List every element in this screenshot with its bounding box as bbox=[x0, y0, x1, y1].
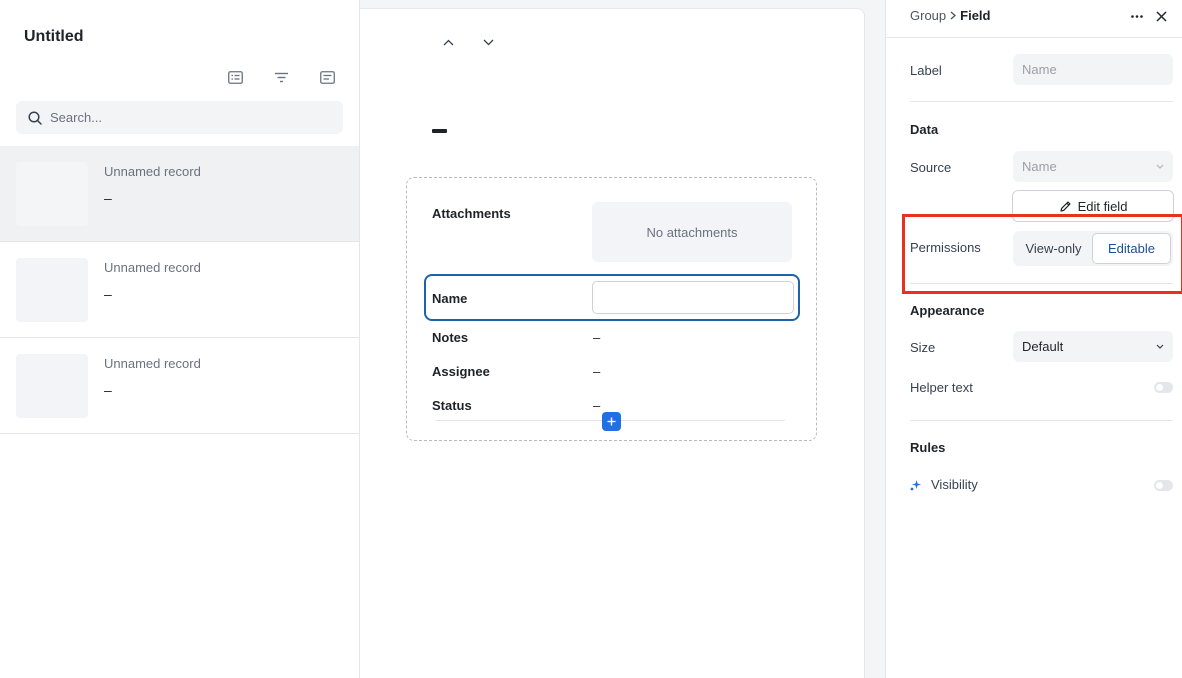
record-name: Unnamed record bbox=[104, 260, 201, 275]
permission-view-only[interactable]: View-only bbox=[1015, 233, 1092, 264]
size-select[interactable]: Default bbox=[1013, 331, 1173, 362]
details-view-icon[interactable] bbox=[318, 68, 336, 86]
source-label: Source bbox=[910, 160, 952, 175]
edit-field-button[interactable]: Edit field bbox=[1012, 190, 1174, 222]
record-name: Unnamed record bbox=[104, 164, 201, 179]
breadcrumb: Group Field bbox=[910, 8, 990, 23]
record-detail-canvas: Attachments No attachments Name Notes – … bbox=[360, 8, 865, 678]
record-title-placeholder bbox=[432, 129, 447, 133]
record-thumbnail bbox=[16, 354, 88, 418]
size-value: Default bbox=[1022, 339, 1064, 354]
chevron-right-icon bbox=[950, 11, 957, 20]
record-value: – bbox=[104, 382, 112, 398]
visibility-toggle[interactable] bbox=[1154, 480, 1173, 491]
attachments-dropzone[interactable]: No attachments bbox=[592, 202, 792, 262]
section-divider bbox=[910, 101, 1173, 102]
size-label: Size bbox=[910, 340, 936, 355]
chevron-down-icon bbox=[1156, 164, 1164, 169]
attachments-label: Attachments bbox=[432, 206, 511, 221]
record-value: – bbox=[104, 190, 112, 206]
status-label: Status bbox=[432, 398, 472, 413]
name-field-selected[interactable]: Name bbox=[424, 274, 800, 321]
record-row[interactable]: Unnamed record – bbox=[0, 146, 359, 242]
appearance-section-title: Appearance bbox=[910, 303, 985, 318]
record-row[interactable]: Unnamed record – bbox=[0, 242, 359, 338]
close-icon[interactable] bbox=[1153, 8, 1169, 24]
helper-text-label: Helper text bbox=[910, 380, 973, 395]
record-list-panel: Untitled Unnamed record – Unnamed record… bbox=[0, 0, 360, 678]
previous-record-icon[interactable] bbox=[440, 35, 456, 49]
section-divider bbox=[910, 420, 1173, 421]
next-record-icon[interactable] bbox=[480, 35, 496, 49]
search-input[interactable] bbox=[50, 110, 330, 125]
search-bar bbox=[16, 101, 343, 134]
label-input[interactable] bbox=[1013, 54, 1173, 85]
record-value: – bbox=[104, 286, 112, 302]
notes-label: Notes bbox=[432, 330, 469, 345]
add-field-button[interactable] bbox=[602, 412, 621, 431]
record-thumbnail bbox=[16, 258, 88, 322]
name-label: Name bbox=[432, 291, 468, 306]
source-select[interactable]: Name bbox=[1013, 151, 1173, 182]
breadcrumb-group[interactable]: Group bbox=[910, 8, 946, 23]
section-divider bbox=[910, 283, 1173, 284]
search-icon bbox=[28, 110, 42, 125]
helper-text-toggle[interactable] bbox=[1154, 382, 1173, 393]
chevron-down-icon bbox=[1156, 344, 1164, 349]
filter-icon[interactable] bbox=[272, 68, 290, 86]
page-title: Untitled bbox=[24, 28, 84, 45]
record-thumbnail bbox=[16, 162, 88, 226]
name-input[interactable] bbox=[592, 281, 794, 314]
record-name: Unnamed record bbox=[104, 356, 201, 371]
header-divider bbox=[886, 37, 1182, 38]
list-view-icon[interactable] bbox=[226, 68, 244, 86]
more-options-icon[interactable] bbox=[1129, 8, 1145, 24]
edit-field-label: Edit field bbox=[1077, 198, 1128, 214]
permissions-label: Permissions bbox=[910, 240, 981, 255]
label-label: Label bbox=[910, 63, 942, 78]
properties-panel: Group Field Label Data Source Name Edit … bbox=[885, 0, 1182, 678]
assignee-value: – bbox=[593, 364, 601, 379]
source-value: Name bbox=[1022, 159, 1057, 174]
attachments-empty-text: No attachments bbox=[646, 224, 738, 240]
record-row[interactable]: Unnamed record – bbox=[0, 338, 359, 434]
rules-section-title: Rules bbox=[910, 440, 946, 455]
data-section-title: Data bbox=[910, 122, 939, 137]
visibility-label: Visibility bbox=[931, 477, 978, 492]
plus-icon bbox=[607, 417, 616, 426]
breadcrumb-field: Field bbox=[960, 8, 991, 23]
pencil-icon bbox=[1059, 200, 1072, 213]
field-group[interactable]: Attachments No attachments Name Notes – … bbox=[406, 177, 817, 441]
permissions-toggle: View-only Editable bbox=[1013, 231, 1173, 266]
status-value: – bbox=[593, 398, 601, 413]
permission-editable[interactable]: Editable bbox=[1092, 233, 1171, 264]
notes-value: – bbox=[593, 330, 601, 345]
sparkle-icon bbox=[910, 479, 922, 491]
assignee-label: Assignee bbox=[432, 364, 490, 379]
